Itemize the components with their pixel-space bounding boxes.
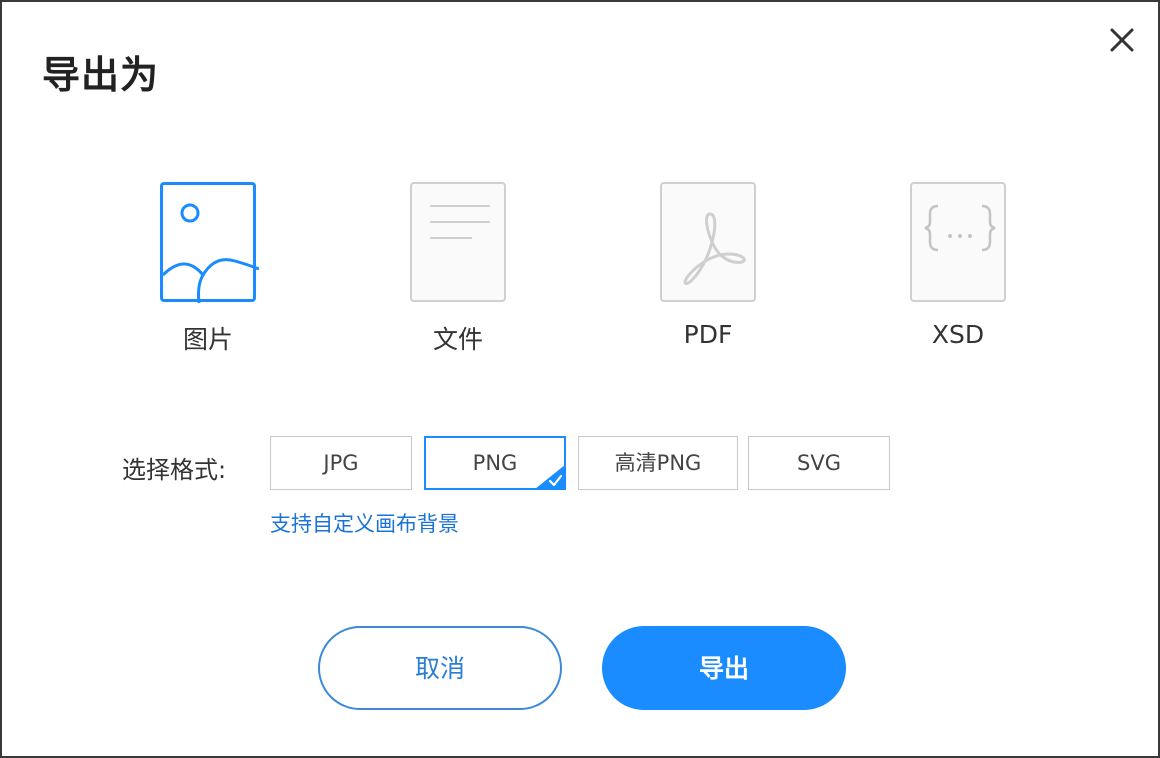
document-card bbox=[410, 182, 506, 302]
export-type-image[interactable]: 图片 bbox=[138, 182, 278, 362]
image-card bbox=[160, 182, 259, 304]
format-option-svg[interactable]: SVG bbox=[748, 436, 890, 490]
export-dialog: 导出为 图片 文件 PDF XSD 选择格式: JPG PNG 高清PNG SV… bbox=[0, 0, 1160, 758]
custom-background-link[interactable]: 支持自定义画布背景 bbox=[270, 508, 459, 538]
format-option-png[interactable]: PNG bbox=[424, 436, 566, 490]
checkmark-icon bbox=[536, 465, 564, 488]
close-icon bbox=[1110, 28, 1134, 52]
format-label: 选择格式: bbox=[122, 456, 227, 484]
cancel-button[interactable]: 取消 bbox=[318, 626, 562, 710]
pdf-icon bbox=[683, 212, 746, 285]
export-type-pdf[interactable]: PDF bbox=[638, 182, 778, 362]
export-type-label: 文件 bbox=[432, 325, 483, 354]
export-type-label: XSD bbox=[931, 320, 985, 349]
format-option-jpg[interactable]: JPG bbox=[270, 436, 412, 490]
export-type-label: 图片 bbox=[182, 325, 233, 354]
format-option-label: PNG bbox=[472, 451, 518, 475]
dialog-title: 导出为 bbox=[42, 53, 160, 97]
export-button[interactable]: 导出 bbox=[602, 626, 846, 710]
image-icon bbox=[163, 203, 259, 304]
format-option-hd-png[interactable]: 高清PNG bbox=[578, 436, 738, 490]
export-type-xsd[interactable]: XSD bbox=[888, 182, 1028, 362]
document-icon bbox=[430, 205, 490, 239]
export-type-label: PDF bbox=[683, 320, 733, 349]
pdf-card bbox=[660, 182, 756, 302]
close-button[interactable] bbox=[1102, 22, 1142, 62]
export-type-document[interactable]: 文件 bbox=[388, 182, 528, 362]
code-braces-icon bbox=[924, 204, 996, 252]
xsd-card bbox=[910, 182, 1006, 302]
